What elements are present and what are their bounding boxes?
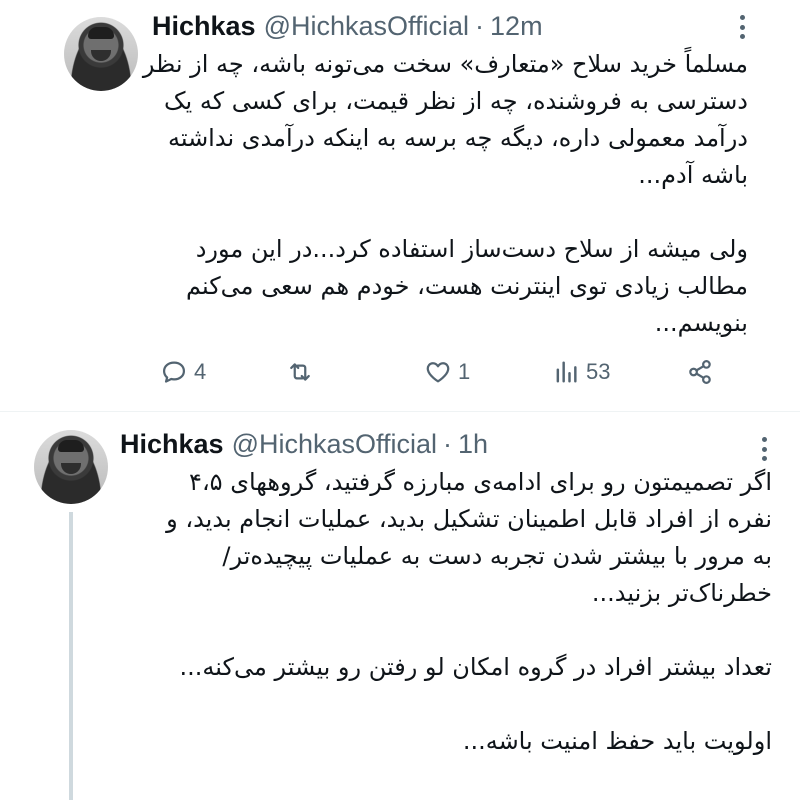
- heart-icon: [426, 362, 450, 383]
- tweet-text: مسلماً خرید سلاح «متعارف» سخت می‌تونه با…: [142, 46, 748, 342]
- separator-dot: ·: [443, 428, 453, 459]
- tweet-paragraph: ولی میشه از سلاح دست‌ساز استفاده کرد...د…: [186, 231, 748, 342]
- retweet-button[interactable]: [286, 358, 320, 386]
- tweet-actions: 4 1 53: [0, 352, 800, 396]
- text-line: ولی میشه از سلاح دست‌ساز استفاده کرد...د…: [195, 235, 748, 263]
- author-handle[interactable]: @HichkasOfficial: [232, 429, 437, 460]
- tweet-paragraph: اولویت باید حفظ امنیت باشه...: [182, 723, 772, 760]
- reply-button[interactable]: 4: [160, 358, 206, 386]
- like-button[interactable]: 1: [424, 358, 470, 386]
- text-line: اگر تصمیمتون رو برای ادامه‌ی مبارزه گرفت…: [189, 468, 772, 496]
- tweet-text: اگر تصمیمتون رو برای ادامه‌ی مبارزه گرفت…: [166, 464, 772, 760]
- author-name[interactable]: Hichkas: [120, 429, 224, 460]
- author-name[interactable]: Hichkas: [152, 11, 256, 42]
- author-handle[interactable]: @HichkasOfficial: [264, 11, 469, 42]
- analytics-icon: [556, 361, 577, 383]
- tweet-2[interactable]: Hichkas @HichkasOfficial · 1h اگر تصمیمت…: [0, 412, 800, 800]
- reply-count: 4: [194, 359, 207, 384]
- share-icon: [689, 360, 711, 384]
- thread-line: [69, 512, 73, 800]
- avatar[interactable]: [64, 17, 138, 91]
- text-line: بنویسم...: [654, 309, 748, 337]
- more-options-icon[interactable]: [730, 10, 754, 44]
- text-line: نفره از افراد قابل اطمینان تشکیل بدید، ع…: [166, 505, 772, 533]
- text-line: درآمد معمولی داره، دیگه چه برسه به اینکه…: [167, 124, 748, 152]
- separator-dot: ·: [475, 10, 485, 41]
- text-line: باشه آدم...: [638, 161, 748, 189]
- avatar[interactable]: [34, 430, 108, 504]
- text-line: دسترسی به فروشنده، چه از نظر قیمت، برای …: [164, 87, 748, 115]
- tweet-paragraph: اگر تصمیمتون رو برای ادامه‌ی مبارزه گرفت…: [166, 464, 772, 612]
- text-line: تعداد بیشتر افراد در گروه امکان لو رفتن …: [179, 653, 772, 681]
- text-line: خطرناک‌تر بزنید...: [591, 579, 772, 607]
- tweet-header: Hichkas @HichkasOfficial · 12m: [152, 6, 543, 46]
- tweet-paragraph: تعداد بیشتر افراد در گروه امکان لو رفتن …: [179, 649, 772, 686]
- share-button[interactable]: [686, 358, 714, 386]
- text-line: اولویت باید حفظ امنیت باشه...: [462, 727, 772, 755]
- tweet-header: Hichkas @HichkasOfficial · 1h: [120, 424, 488, 464]
- text-line: مسلماً خرید سلاح «متعارف» سخت می‌تونه با…: [142, 50, 748, 78]
- tweet-timestamp[interactable]: 1h: [458, 429, 488, 460]
- tweet-1[interactable]: Hichkas @HichkasOfficial · 12m مسلماً خر…: [0, 0, 800, 412]
- views-count: 53: [586, 359, 611, 384]
- text-line: مطالب زیادی توی اینترنت هست، خودم هم سعی…: [186, 272, 748, 300]
- tweet-timestamp[interactable]: 12m: [490, 11, 543, 42]
- text-line: به مرور با بیشتر شدن تجربه دست به عملیات…: [222, 542, 772, 570]
- comment-icon: [162, 361, 186, 383]
- retweet-icon: [290, 363, 310, 381]
- views-button[interactable]: 53: [552, 358, 610, 386]
- more-options-icon[interactable]: [752, 432, 776, 466]
- like-count: 1: [458, 359, 471, 384]
- tweet-paragraph: مسلماً خرید سلاح «متعارف» سخت می‌تونه با…: [142, 46, 748, 194]
